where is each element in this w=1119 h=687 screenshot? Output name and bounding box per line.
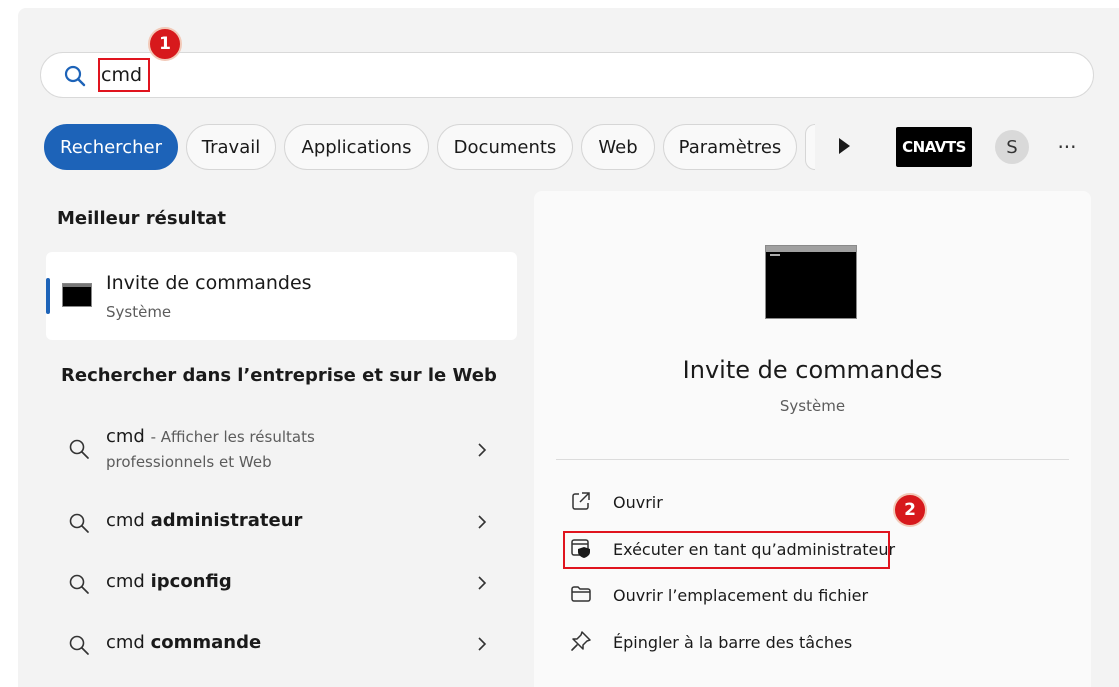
pin-icon bbox=[570, 630, 592, 656]
web-item-prefix: cmd bbox=[106, 510, 145, 531]
action-open[interactable]: Ouvrir bbox=[570, 485, 870, 521]
detail-title: Invite de commandes bbox=[682, 356, 943, 384]
action-pin-taskbar[interactable]: Épingler à la barre des tâches bbox=[570, 625, 910, 661]
tab-parametres[interactable]: Paramètres bbox=[663, 124, 797, 170]
folder-icon bbox=[570, 583, 592, 609]
web-item-bold: commande bbox=[150, 632, 262, 653]
scroll-tabs-play-icon[interactable] bbox=[836, 136, 852, 160]
selection-indicator bbox=[46, 278, 50, 314]
search-input[interactable] bbox=[101, 61, 701, 89]
web-item-prefix: cmd bbox=[106, 426, 145, 447]
web-search-item[interactable]: cmd commande bbox=[46, 620, 517, 670]
web-item-prefix: cmd bbox=[106, 632, 145, 653]
step-badge-1: 1 bbox=[148, 27, 182, 61]
web-item-prefix: cmd bbox=[106, 571, 145, 592]
web-item-bold: ipconfig bbox=[150, 571, 232, 592]
web-item-line2: professionnels et Web bbox=[106, 453, 272, 471]
search-icon bbox=[63, 64, 87, 92]
web-search-item[interactable]: cmd - Afficher les résultats professionn… bbox=[46, 420, 517, 480]
search-icon bbox=[68, 634, 90, 660]
tab-documents[interactable]: Documents bbox=[437, 124, 573, 170]
search-bar[interactable] bbox=[40, 52, 1094, 98]
detail-panel: Invite de commandes Système Ouvrir Exécu… bbox=[534, 191, 1091, 687]
highlight-box-run-as-admin bbox=[563, 531, 890, 569]
best-result-subtitle: Système bbox=[106, 303, 172, 321]
action-label: Ouvrir bbox=[613, 493, 663, 512]
action-label: Épingler à la barre des tâches bbox=[613, 633, 853, 652]
tab-applications[interactable]: Applications bbox=[284, 124, 429, 170]
open-external-icon bbox=[570, 490, 592, 516]
search-icon bbox=[68, 573, 90, 599]
chevron-right-icon bbox=[476, 636, 488, 656]
best-result-heading: Meilleur résultat bbox=[57, 208, 226, 229]
detail-subtitle: Système bbox=[779, 397, 846, 415]
step-badge-2: 2 bbox=[893, 493, 927, 527]
tab-overflow-edge bbox=[805, 124, 815, 170]
web-item-suffix: - Afficher les résultats bbox=[150, 428, 315, 446]
web-item-bold: administrateur bbox=[150, 510, 303, 531]
more-options-button[interactable]: ··· bbox=[1052, 132, 1082, 162]
divider bbox=[556, 459, 1069, 460]
command-prompt-large-icon bbox=[765, 245, 857, 319]
action-open-file-location[interactable]: Ouvrir l’emplacement du fichier bbox=[570, 578, 910, 614]
command-prompt-icon bbox=[62, 283, 92, 307]
tab-travail[interactable]: Travail bbox=[186, 124, 276, 170]
best-result-title: Invite de commandes bbox=[106, 272, 312, 294]
tab-rechercher[interactable]: Rechercher bbox=[44, 124, 178, 170]
search-icon bbox=[68, 512, 90, 538]
chevron-right-icon bbox=[476, 514, 488, 534]
web-search-heading: Rechercher dans l’entreprise et sur le W… bbox=[61, 365, 497, 386]
web-search-item[interactable]: cmd ipconfig bbox=[46, 559, 517, 609]
highlight-box-search bbox=[98, 58, 150, 92]
best-result-item[interactable]: Invite de commandes Système bbox=[46, 252, 517, 340]
organization-badge[interactable]: CNAVTS bbox=[896, 127, 972, 167]
search-icon bbox=[68, 438, 90, 464]
chevron-right-icon bbox=[476, 575, 488, 595]
action-label: Ouvrir l’emplacement du fichier bbox=[613, 586, 869, 605]
web-search-item[interactable]: cmd administrateur bbox=[46, 498, 517, 548]
chevron-right-icon bbox=[476, 442, 488, 462]
tab-web[interactable]: Web bbox=[581, 124, 655, 170]
avatar[interactable]: S bbox=[995, 130, 1029, 164]
